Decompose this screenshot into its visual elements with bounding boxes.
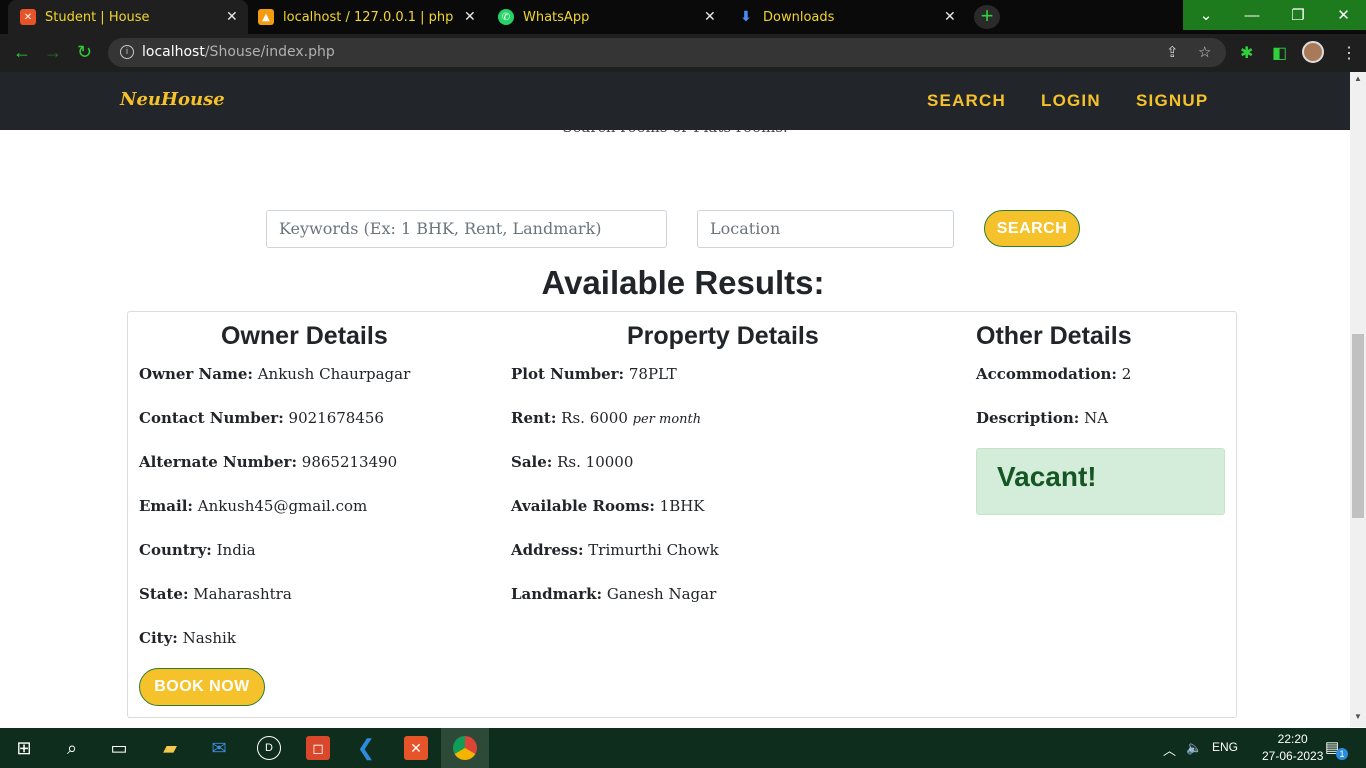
sale-row: Sale: Rs. 10000 [511,453,634,471]
mail-icon[interactable]: ✉ [207,736,231,760]
tab-title: Downloads [763,9,835,25]
tab-search-button[interactable]: ⌄ [1183,0,1229,30]
browser-tab-bar: ✕ Student | House ✕ ▲ localhost / 127.0.… [0,0,1366,34]
property-details-title: Property Details [627,322,819,350]
url-text: localhost/Shouse/index.php [142,44,335,60]
site-navbar: NeuHouse SEARCH LOGIN SIGNUP [0,72,1350,130]
volume-icon[interactable]: 🔈 [1186,740,1202,756]
alternate-number-row: Alternate Number: 9865213490 [139,453,398,471]
search-button[interactable]: SEARCH [984,210,1080,247]
system-clock[interactable]: 22:20 27-06-2023 [1262,731,1323,765]
address-row: Address: Trimurthi Chowk [511,541,719,559]
phpmyadmin-icon: ▲ [258,9,274,25]
vacancy-status-alert: Vacant! [976,448,1225,515]
xampp-icon: ✕ [20,9,36,25]
rent-row: Rent: Rs. 6000 per month [511,409,702,427]
plot-number-row: Plot Number: 78PLT [511,365,677,383]
nav-login-link[interactable]: LOGIN [1041,91,1101,111]
close-icon[interactable]: ✕ [704,9,716,25]
reload-icon[interactable]: ↻ [77,42,92,63]
search-icon[interactable]: ⌕ [60,736,84,760]
window-close-button[interactable]: ✕ [1321,0,1366,30]
other-details-title: Other Details [976,322,1132,350]
keywords-input[interactable]: Keywords (Ex: 1 BHK, Rent, Landmark) [266,210,667,248]
profile-avatar[interactable] [1302,41,1324,63]
notification-badge: 1 [1336,748,1348,760]
chrome-icon[interactable] [453,736,477,760]
vacancy-status-text: Vacant! [997,461,1097,492]
web-page: Search rooms or Flats rooms. NeuHouse SE… [0,72,1350,727]
site-info-icon[interactable]: i [120,45,134,59]
restore-button[interactable]: ❐ [1275,0,1321,30]
book-now-button[interactable]: BOOK NOW [139,668,265,706]
close-icon[interactable]: ✕ [226,9,238,25]
nav-signup-link[interactable]: SIGNUP [1136,91,1208,111]
tab-title: localhost / 127.0.0.1 | phpMyAdm [283,9,453,25]
state-row: State: Maharashtra [139,585,292,603]
dell-icon[interactable]: D [257,736,281,760]
scroll-up-arrow-icon[interactable]: ▲ [1354,74,1362,83]
forward-icon[interactable]: → [44,42,62,63]
close-icon[interactable]: ✕ [464,9,476,25]
brand-logo[interactable]: NeuHouse [120,89,225,110]
vscode-icon[interactable]: ❮ [354,735,378,760]
owner-name-row: Owner Name: Ankush Chaurpagar [139,365,411,383]
city-row: City: Nashik [139,629,236,647]
close-icon[interactable]: ✕ [944,9,956,25]
download-icon: ⬇ [740,9,752,25]
windows-start-icon[interactable]: ⊞ [12,736,36,760]
bookmark-star-icon[interactable]: ☆ [1198,43,1211,61]
landmark-row: Landmark: Ganesh Nagar [511,585,717,603]
office-icon[interactable]: ◻ [306,736,330,760]
email-row: Email: Ankush45@gmail.com [139,497,368,515]
task-view-icon[interactable]: ▭ [107,736,131,760]
tab-student-house[interactable]: ✕ Student | House ✕ [8,0,248,34]
xampp-icon[interactable]: ✕ [404,736,428,760]
tab-title: WhatsApp [523,9,590,25]
country-row: Country: India [139,541,256,559]
address-bar: ← → ↻ i localhost/Shouse/index.php ⇪ ☆ ✱… [0,34,1366,72]
whatsapp-icon: ✆ [498,9,514,25]
owner-details-title: Owner Details [221,322,388,350]
extensions-icon[interactable]: ✱ [1240,43,1253,63]
menu-kebab-icon[interactable]: ⋮ [1341,43,1357,63]
accommodation-row: Accommodation: 2 [976,365,1132,383]
description-row: Description: NA [976,409,1109,427]
results-heading: Available Results: [541,264,825,301]
contact-number-row: Contact Number: 9021678456 [139,409,384,427]
tab-title: Student | House [45,9,150,25]
new-tab-button[interactable]: + [974,5,1000,29]
nav-search-link[interactable]: SEARCH [927,91,1006,111]
language-indicator[interactable]: ENG [1212,740,1238,754]
side-panel-icon[interactable]: ◧ [1272,43,1287,63]
page-scrollbar[interactable]: ▲ ▼ [1350,72,1366,727]
minimize-button[interactable]: — [1229,0,1275,30]
scroll-down-arrow-icon[interactable]: ▼ [1354,712,1362,721]
url-field[interactable]: i localhost/Shouse/index.php ⇪ ☆ [108,38,1226,67]
tray-chevron-up-icon[interactable]: ︿ [1163,740,1176,759]
tab-phpmyadmin[interactable]: ▲ localhost / 127.0.0.1 | phpMyAdm ✕ [248,0,488,34]
available-rooms-row: Available Rooms: 1BHK [511,497,705,515]
tab-downloads[interactable]: ⬇ Downloads ✕ [728,0,968,34]
location-input[interactable]: Location [697,210,954,248]
scrollbar-thumb[interactable] [1352,334,1364,518]
back-icon[interactable]: ← [13,42,31,63]
windows-taskbar: ⊞ ⌕ ▭ ▰ ✉ D ◻ ❮ ✕ ︿ 🔈 ENG 22:20 27-06-20… [0,728,1366,768]
tab-whatsapp[interactable]: ✆ WhatsApp ✕ [488,0,728,34]
share-icon[interactable]: ⇪ [1166,43,1179,61]
file-explorer-icon[interactable]: ▰ [158,736,182,760]
